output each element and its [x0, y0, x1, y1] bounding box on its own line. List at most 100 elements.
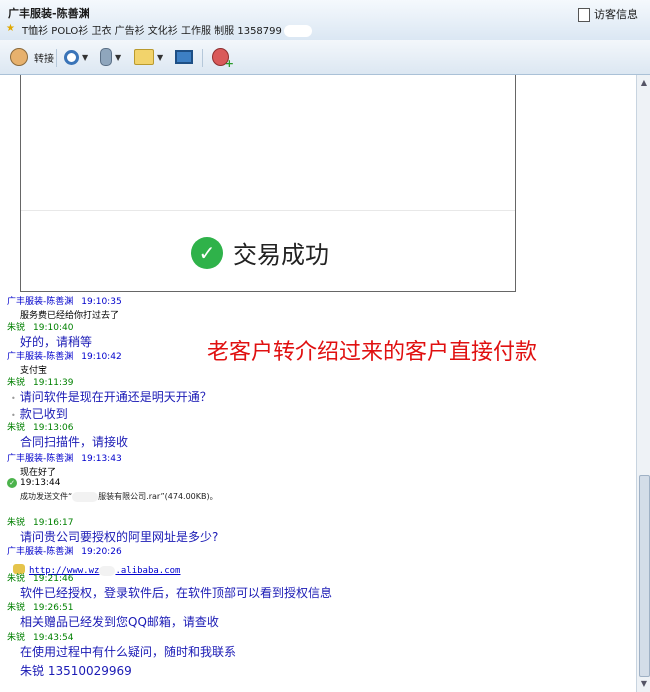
subtitle-text: T恤衫 POLO衫 卫衣 广告衫 文化衫 工作服 制服 1358799 [22, 26, 282, 37]
chat-message: 朱锐 19:21:46 软件已经授权，登录软件后，在软件顶部可以看到授权信息 [7, 571, 332, 601]
bullet-icon: • [11, 394, 16, 403]
add-user-icon [212, 48, 234, 70]
message-text: 在使用过程中有什么疑问，随时和我联系 [20, 645, 237, 659]
sender-name: 朱锐 [7, 423, 26, 433]
message-time: 19:10:40 [33, 323, 74, 333]
sender-name: 朱锐 [7, 378, 26, 388]
monitor-icon [175, 50, 193, 64]
chat-message: 广丰服装-陈善渊 19:10:42 支付宝 [7, 349, 122, 376]
message-text: 相关赠品已经发到您QQ邮箱，请查收 [20, 615, 219, 629]
message-text: 请问贵公司要授权的阿里网址是多少? [20, 530, 219, 544]
send-file-button[interactable]: ▼ [134, 46, 163, 68]
sender-name: 朱锐 [7, 603, 26, 613]
chat-message: 朱锐 19:11:39 • 请问软件是现在开通还是明天开通？ • 款已收到 [7, 375, 212, 422]
document-icon [578, 8, 590, 22]
message-text: 合同扫描件，请接收 [20, 435, 129, 449]
message-time: 19:10:35 [81, 297, 122, 307]
remote-assist-button[interactable] [175, 46, 193, 68]
message-header: 广丰服装-陈善渊 19:13:43 [7, 451, 122, 464]
scroll-down-icon[interactable]: ▼ [639, 679, 649, 689]
scroll-thumb[interactable] [639, 475, 650, 677]
window-title: 广丰服装-陈善渊 [8, 7, 90, 20]
annotation-text: 老客户转介绍过来的客户直接付款 [207, 340, 538, 365]
sender-name: 朱锐 [7, 633, 26, 643]
sender-name: 广丰服装-陈善渊 [7, 454, 74, 464]
star-icon: ★ [6, 23, 15, 34]
sender-name: 广丰服装-陈善渊 [7, 297, 74, 307]
chat-message: 广丰服装-陈善渊 19:10:35 服务费已经给你打过去了 [7, 294, 122, 321]
message-time: 19:13:06 [33, 423, 74, 433]
chat-message: 朱锐 19:43:54 在使用过程中有什么疑问，随时和我联系 朱锐 1351002… [7, 630, 236, 679]
visitor-info-button[interactable]: 访客信息 [578, 6, 638, 22]
chat-message: 广丰服装-陈善渊 19:13:43 现在好了 [7, 451, 122, 478]
system-message: ✓ 19:13:44 成功发送文件“ 服装有限公司.rar”(474.00KB)。 [7, 478, 218, 502]
message-time: 19:16:17 [33, 518, 74, 528]
message-header: 朱锐 19:11:39 [7, 375, 212, 388]
message-header: 朱锐 19:43:54 [7, 630, 236, 643]
message-header: 广丰服装-陈善渊 19:20:26 [7, 544, 180, 557]
message-header: 朱锐 19:21:46 [7, 571, 332, 584]
toolbar-divider [202, 49, 203, 67]
sender-name: 朱锐 [7, 323, 26, 333]
sender-name: 朱锐 [7, 518, 26, 528]
file-text-prefix: 成功发送文件“ [20, 492, 73, 501]
sender-name: 广丰服装-陈善渊 [7, 352, 74, 362]
file-transfer-text: 成功发送文件“ 服装有限公司.rar”(474.00KB)。 [20, 491, 218, 502]
title-bar: 广丰服装-陈善渊 ★ T恤衫 POLO衫 卫衣 广告衫 文化衫 工作服 制服 1… [0, 0, 650, 41]
chat-message: 朱锐 19:13:06 合同扫描件，请接收 [7, 420, 128, 450]
bullet-icon: • [11, 411, 16, 420]
message-header: 广丰服装-陈善渊 19:10:35 [7, 294, 122, 307]
transfer-button[interactable]: 转接 [10, 46, 54, 68]
message-text: 好的，请稍等 [20, 335, 93, 349]
message-header: 朱锐 19:16:17 [7, 515, 218, 528]
chevron-down-icon: ▼ [157, 52, 164, 62]
message-text: 现在好了 [20, 468, 57, 478]
microphone-icon [100, 48, 112, 66]
file-text-suffix: 服装有限公司.rar”(474.00KB)。 [98, 492, 218, 501]
redaction-blot [72, 491, 99, 502]
message-time: 19:21:46 [33, 574, 74, 584]
success-text: 交易成功 [233, 241, 329, 269]
sender-name: 朱锐 [7, 574, 26, 584]
folder-icon [134, 49, 154, 65]
chat-history[interactable]: ✓ 交易成功 老客户转介绍过来的客户直接付款 广丰服装-陈善渊 19:10:35 … [0, 75, 636, 692]
chat-message: 朱锐 19:10:40 好的，请稍等 [7, 320, 92, 350]
check-icon: ✓ [7, 478, 17, 488]
video-button[interactable]: ▼ [64, 46, 88, 68]
message-time: 19:11:39 [33, 378, 74, 388]
message-header: 广丰服装-陈善渊 19:10:42 [7, 349, 122, 362]
chevron-down-icon: ▼ [115, 52, 122, 62]
system-header: ✓ 19:13:44 [7, 478, 218, 488]
image-message[interactable]: ✓ 交易成功 [20, 75, 516, 292]
toolbar: 转接 ▼ ▼ ▼ [0, 40, 650, 75]
transfer-label: 转接 [34, 53, 54, 65]
chat-message: 朱锐 19:26:51 相关赠品已经发到您QQ邮箱，请查收 [7, 600, 219, 630]
transaction-success: ✓ 交易成功 [191, 235, 329, 270]
message-text-line: 款已收到 [19, 407, 68, 421]
webcam-icon [64, 49, 79, 65]
message-header: 朱锐 19:10:40 [7, 320, 92, 333]
message-time: 19:26:51 [33, 603, 74, 613]
sender-name: 广丰服装-陈善渊 [7, 547, 74, 557]
redaction-blot [283, 25, 312, 37]
person-icon [10, 48, 28, 66]
checkmark-icon: ✓ [191, 236, 223, 269]
toolbar-divider [56, 49, 57, 67]
message-time: 19:13:43 [81, 454, 122, 464]
message-time: 19:20:26 [81, 547, 122, 557]
chevron-down-icon: ▼ [82, 52, 89, 62]
message-time: 19:10:42 [81, 352, 122, 362]
message-time: 19:43:54 [33, 633, 74, 643]
message-text-line: 请问软件是现在开通还是明天开通？ [19, 390, 212, 404]
chat-scrollbar[interactable]: ▲ ▼ [636, 75, 650, 692]
message-text: 软件已经授权，登录软件后，在软件顶部可以看到授权信息 [20, 586, 333, 600]
voice-button[interactable]: ▼ [100, 46, 121, 68]
add-contact-button[interactable] [212, 46, 234, 70]
message-time: 19:13:44 [20, 478, 61, 488]
window-subtitle: T恤衫 POLO衫 卫衣 广告衫 文化衫 工作服 制服 1358799 [22, 22, 312, 37]
image-divider [21, 210, 515, 211]
scroll-up-icon[interactable]: ▲ [639, 78, 649, 88]
visitor-info-label: 访客信息 [594, 8, 638, 21]
message-text: 朱锐 13510029969 [20, 664, 132, 678]
message-header: 朱锐 19:26:51 [7, 600, 219, 613]
